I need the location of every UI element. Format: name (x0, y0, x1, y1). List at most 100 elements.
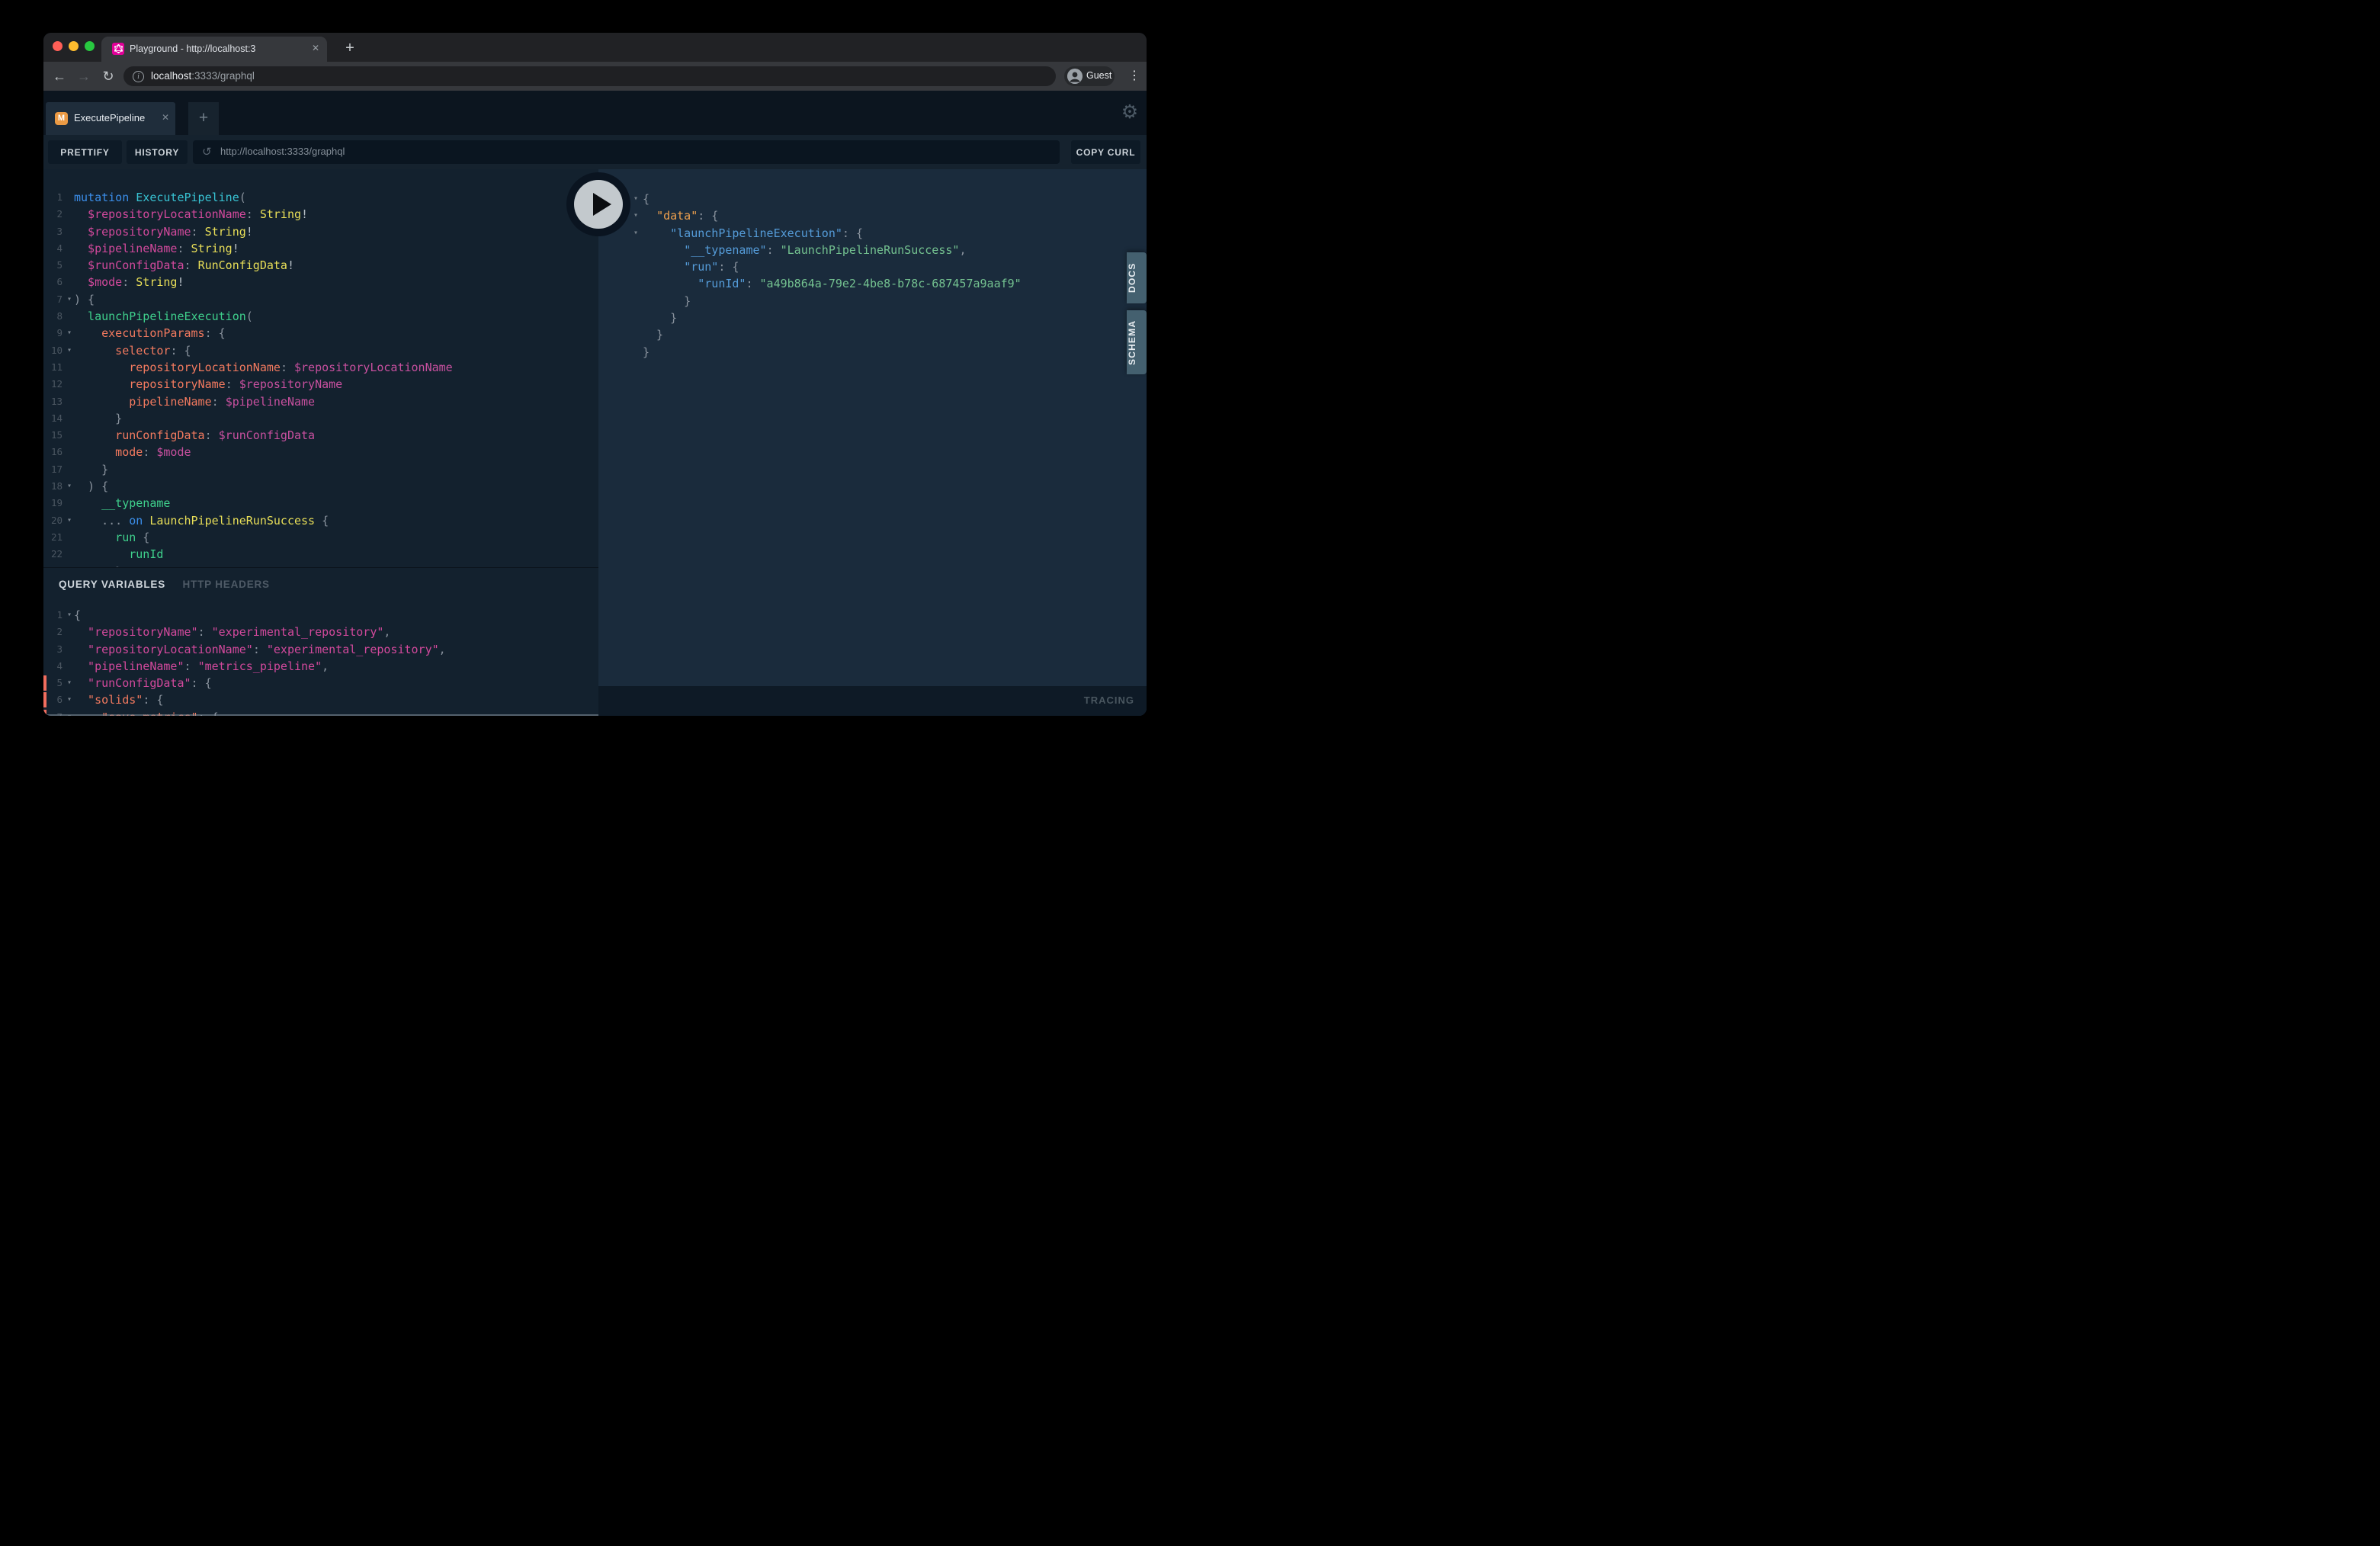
code-text: } (643, 326, 663, 343)
code-line: 2 $repositoryLocationName: String! (43, 206, 598, 223)
browser-menu-icon[interactable]: ⋮ (1127, 66, 1142, 87)
code-line: 17 } (43, 461, 598, 478)
variables-panel: QUERY VARIABLES HTTP HEADERS 1▾{2 "repos… (43, 567, 598, 716)
code-text: $runConfigData: RunConfigData! (74, 257, 294, 274)
code-line: 5▾ "runConfigData": { (43, 675, 598, 691)
profile-label: Guest (1086, 70, 1111, 81)
graphql-favicon-icon (112, 43, 124, 55)
code-line: 18▾ ) { (43, 478, 598, 495)
browser-tab-close-icon[interactable]: ✕ (312, 43, 319, 53)
fold-arrow-icon[interactable]: ▾ (64, 512, 75, 529)
line-number: 4 (43, 240, 63, 257)
browser-tabstrip: Playground - http://localhost:3 ✕ + (43, 33, 1147, 62)
code-text: "runId": "a49b864a-79e2-4be8-b78c-687457… (643, 275, 1022, 292)
fold-arrow-icon[interactable]: ▾ (64, 607, 75, 624)
code-line: 13 pipelineName: $pipelineName (43, 393, 598, 410)
playground-tab-label: ExecutePipeline (74, 112, 145, 123)
traffic-minimize-button[interactable] (69, 41, 79, 51)
line-number: 1 (43, 607, 63, 624)
code-text: } (74, 461, 108, 478)
profile-button[interactable]: Guest (1064, 66, 1115, 86)
mutation-badge: M (55, 112, 68, 125)
line-number: 2 (43, 206, 63, 223)
code-line: } (598, 293, 1147, 310)
fold-arrow-icon[interactable]: ▾ (64, 291, 75, 308)
site-info-icon[interactable]: i (133, 71, 144, 82)
playground-new-tab-button[interactable]: + (188, 102, 219, 135)
back-icon[interactable]: ← (50, 66, 69, 86)
code-text: } (643, 293, 691, 310)
fold-arrow-icon[interactable]: ▾ (64, 325, 75, 342)
code-text: runConfigData: $runConfigData (74, 427, 315, 444)
browser-tab[interactable]: Playground - http://localhost:3 ✕ (101, 37, 327, 62)
query-pane: 1 mutation ExecutePipeline(2 $repositoryL… (43, 169, 598, 716)
line-number: 4 (43, 658, 63, 675)
code-text: launchPipelineExecution( (74, 308, 253, 325)
execute-play-button[interactable] (574, 180, 623, 229)
code-line: 9▾ executionParams: { (43, 325, 598, 342)
tab-docs[interactable]: DOCS (1127, 252, 1147, 303)
fold-arrow-icon[interactable]: ▾ (64, 691, 75, 708)
code-line: "__typename": "LaunchPipelineRunSuccess"… (598, 242, 1147, 258)
code-line: 22 runId (43, 546, 598, 563)
copy-curl-button[interactable]: COPY CURL (1071, 140, 1140, 164)
response-pane: ▾{▾ "data": {▾ "launchPipelineExecution"… (598, 169, 1147, 716)
settings-gear-icon[interactable]: ⚙ (1119, 101, 1140, 123)
prettify-button[interactable]: PRETTIFY (48, 140, 122, 164)
tab-http-headers[interactable]: HTTP HEADERS (182, 579, 269, 590)
code-line: "run": { (598, 258, 1147, 275)
code-text: "data": { (643, 207, 718, 224)
reload-icon[interactable]: ↻ (98, 66, 118, 86)
line-number: 11 (43, 359, 63, 376)
traffic-zoom-button[interactable] (85, 41, 95, 51)
code-text: ... on LaunchPipelineRunSuccess { (74, 512, 329, 529)
line-number: 21 (43, 529, 63, 546)
line-number: 19 (43, 495, 63, 512)
new-tab-button[interactable]: + (339, 38, 361, 59)
code-line: 5 $runConfigData: RunConfigData! (43, 257, 598, 274)
browser-toolbar: ← → ↻ i localhost:3333/graphql Guest ⋮ (43, 62, 1147, 91)
tab-query-variables[interactable]: QUERY VARIABLES (59, 579, 165, 590)
fold-arrow-icon[interactable]: ▾ (630, 191, 641, 207)
code-line: 3 "repositoryLocationName": "experimenta… (43, 641, 598, 658)
code-line: ▾{ (598, 191, 1147, 207)
code-line: 14 } (43, 410, 598, 427)
code-text: run { (74, 529, 149, 546)
query-editor[interactable]: 1mutation ExecutePipeline(2 $repositoryL… (43, 169, 598, 567)
tab-schema[interactable]: SCHEMA (1127, 310, 1147, 374)
code-text: mutation ExecutePipeline( (74, 189, 246, 206)
code-text: "__typename": "LaunchPipelineRunSuccess"… (643, 242, 966, 258)
address-bar[interactable]: i localhost:3333/graphql (123, 66, 1056, 86)
fold-arrow-icon[interactable]: ▾ (64, 478, 75, 495)
fold-arrow-icon[interactable]: ▾ (64, 675, 75, 691)
fold-arrow-icon[interactable]: ▾ (630, 207, 641, 224)
code-line: 8 launchPipelineExecution( (43, 308, 598, 325)
forward-icon[interactable]: → (74, 66, 94, 86)
code-line: 6▾ "solids": { (43, 691, 598, 708)
line-number: 15 (43, 427, 63, 444)
code-line: 7▾) { (43, 291, 598, 308)
fold-arrow-icon[interactable]: ▾ (630, 225, 641, 242)
line-number: 5 (43, 675, 63, 691)
fold-arrow-icon[interactable]: ▾ (64, 342, 75, 359)
code-text: __typename (74, 495, 170, 512)
line-number: 7 (43, 291, 63, 308)
line-number: 13 (43, 393, 63, 410)
line-number: 5 (43, 257, 63, 274)
traffic-close-button[interactable] (53, 41, 63, 51)
history-button[interactable]: HISTORY (127, 140, 188, 164)
line-number: 6 (43, 274, 63, 290)
tracing-bar: TRACING (598, 686, 1147, 716)
playground-tab-close-icon[interactable]: ✕ (162, 112, 169, 123)
variables-h-scrollbar[interactable] (43, 714, 598, 716)
tracing-label[interactable]: TRACING (1084, 694, 1134, 706)
endpoint-input[interactable]: ↺ http://localhost:3333/graphql (193, 140, 1060, 164)
endpoint-reload-icon[interactable]: ↺ (202, 145, 212, 159)
code-line: 3 $repositoryName: String! (43, 223, 598, 240)
code-line: } (598, 344, 1147, 361)
code-text: "runConfigData": { (74, 675, 212, 691)
variables-editor[interactable]: 1▾{2 "repositoryName": "experimental_rep… (43, 607, 598, 716)
code-text: "repositoryName": "experimental_reposito… (74, 624, 390, 640)
playground-tab-executepipeline[interactable]: M ExecutePipeline ✕ (46, 102, 175, 135)
code-text: "run": { (643, 258, 739, 275)
